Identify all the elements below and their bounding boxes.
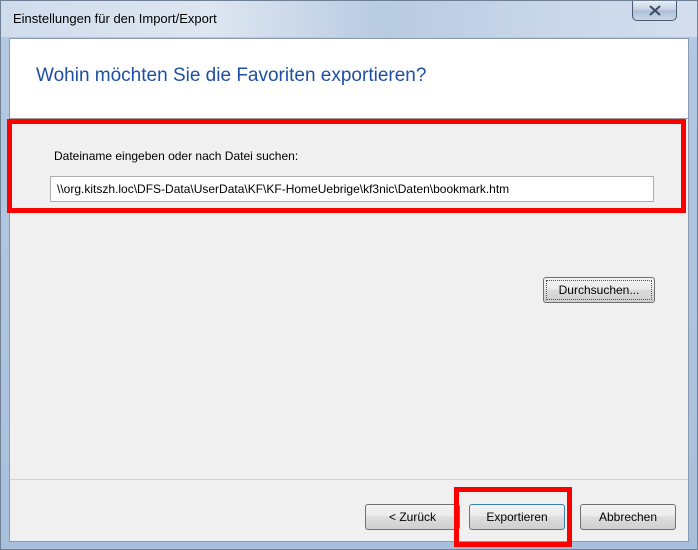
dialog-content: Wohin möchten Sie die Favoriten exportie… (9, 38, 689, 542)
browse-button[interactable]: Durchsuchen... (543, 277, 655, 303)
close-icon (649, 5, 660, 16)
import-export-dialog: Einstellungen für den Import/Export Wohi… (0, 0, 698, 550)
close-button[interactable] (632, 1, 677, 21)
dialog-header: Wohin möchten Sie die Favoriten exportie… (10, 39, 688, 117)
page-title: Wohin möchten Sie die Favoriten exportie… (36, 65, 427, 86)
export-button-label: Exportieren (486, 510, 548, 524)
cancel-button[interactable]: Abbrechen (580, 504, 676, 530)
dialog-footer: < Zurück Exportieren Abbrechen (10, 480, 688, 541)
window-title: Einstellungen für den Import/Export (13, 11, 217, 26)
back-button-label: < Zurück (388, 510, 436, 524)
browse-button-label: Durchsuchen... (558, 283, 640, 297)
back-button[interactable]: < Zurück (365, 504, 460, 530)
title-bar[interactable]: Einstellungen für den Import/Export (1, 1, 697, 37)
dialog-body: Dateiname eingeben oder nach Datei suche… (10, 119, 688, 479)
file-path-input[interactable] (50, 176, 654, 202)
export-button[interactable]: Exportieren (469, 504, 565, 530)
cancel-button-label: Abbrechen (598, 510, 658, 524)
file-name-label: Dateiname eingeben oder nach Datei suche… (54, 149, 299, 163)
